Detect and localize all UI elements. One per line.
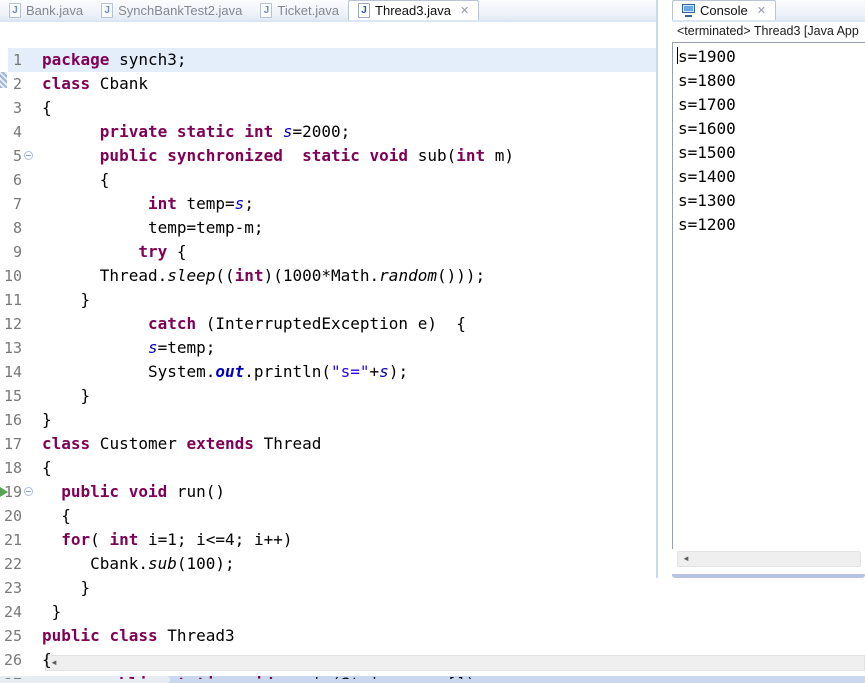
code-line-1[interactable]: package synch3;	[42, 48, 656, 72]
tab-ticket-java[interactable]: J Ticket.java	[251, 0, 348, 20]
line-number: 18	[3, 459, 22, 477]
tab-label: Ticket.java	[277, 2, 340, 18]
code-line-13[interactable]: s=temp;	[42, 336, 656, 360]
code-line-16[interactable]: }	[42, 408, 656, 432]
java-file-icon: J	[9, 2, 21, 18]
fold-collapse-icon[interactable]	[24, 487, 33, 496]
line-number: 16	[3, 411, 22, 429]
tab-synchbanktest2-java[interactable]: J SynchBankTest2.java	[92, 0, 251, 20]
line-number: 24	[3, 603, 22, 621]
code-line-7[interactable]: int temp=s;	[42, 192, 656, 216]
java-file-icon: J	[260, 2, 273, 18]
line-number: 4	[12, 123, 22, 141]
line-number: 3	[12, 99, 22, 117]
console-output[interactable]: s=1900 s=1800 s=1700 s=1600 s=1500 s=1400 s=13…	[672, 42, 865, 549]
code-line-19[interactable]: public void run()	[42, 480, 656, 504]
code-editor: 1 2 3 4 5 6 7 8 9 10 11 12 13 14 15 16 17 18 19 20 21 22 23 24 2…	[0, 24, 656, 679]
code-line-9[interactable]: try {	[42, 240, 656, 264]
code-line-4[interactable]: private static int s=2000;	[42, 120, 656, 144]
console-output-lines: s=1900 s=1800 s=1700 s=1600 s=1500 s=1400 s=13…	[673, 43, 865, 237]
code-line-3[interactable]: {	[42, 96, 656, 120]
code-line-21[interactable]: for( int i=1; i<=4; i++)	[42, 528, 656, 552]
line-number: 19	[3, 483, 22, 501]
code-line-17[interactable]: class Customer extends Thread	[42, 432, 656, 456]
console-horizontal-scrollbar[interactable]: ◄	[677, 551, 861, 567]
java-file-icon: J	[358, 3, 371, 18]
line-number: 10	[3, 267, 22, 285]
code-line-11[interactable]: }	[42, 288, 656, 312]
line-number: 7	[12, 195, 22, 213]
line-number: 9	[12, 243, 22, 261]
code-line-22[interactable]: Cbank.sub(100);	[42, 552, 656, 576]
code-line-20[interactable]: {	[42, 504, 656, 528]
line-number: 6	[12, 171, 22, 189]
editor-tabbar: J Bank.java J SynchBankTest2.java J Tick…	[0, 0, 656, 22]
line-number: 12	[3, 315, 22, 333]
code-line-8[interactable]: temp=temp-m;	[42, 216, 656, 240]
line-number: 2	[12, 75, 22, 93]
console-status: <terminated> Thread3 [Java App	[672, 24, 865, 42]
close-icon[interactable]: ✕	[460, 4, 469, 17]
fold-collapse-icon[interactable]	[24, 151, 33, 160]
code-line-23[interactable]: }	[42, 576, 656, 600]
line-number: 14	[3, 363, 22, 381]
code-line-5[interactable]: public synchronized static void sub(int …	[42, 144, 656, 168]
code-line-15[interactable]: }	[42, 384, 656, 408]
scroll-left-icon[interactable]: ◄	[678, 551, 690, 567]
console-bottom-border	[672, 574, 865, 578]
code-line-26[interactable]: {	[42, 648, 656, 672]
code-lines[interactable]: package synch3; class Cbank{ private stat…	[42, 48, 656, 679]
line-number: 17	[3, 435, 22, 453]
line-number: 5	[12, 147, 22, 165]
line-number: 15	[3, 387, 22, 405]
java-file-icon: J	[101, 2, 114, 18]
code-line-12[interactable]: catch (InterruptedException e) {	[42, 312, 656, 336]
console-line: s=1500	[678, 143, 736, 162]
console-line: s=1400	[678, 167, 736, 186]
console-icon	[682, 4, 695, 17]
gutter[interactable]: 1 2 3 4 5 6 7 8 9 10 11 12 13 14 15 16 17 18 19 20 21 22 23 24 2…	[0, 48, 40, 679]
line-number: 1	[12, 51, 22, 69]
code-line-27[interactable]: public static void main(String args[])	[42, 672, 656, 679]
code-line-10[interactable]: Thread.sleep((int)(1000*Math.random()));	[42, 264, 656, 288]
console-line: s=1600	[678, 119, 736, 138]
editor-console-divider[interactable]	[656, 0, 658, 578]
console-line: s=1300	[678, 191, 736, 210]
console-tabbar: Console ✕	[672, 0, 865, 22]
tab-label: Thread3.java	[375, 3, 451, 18]
line-number: 8	[12, 219, 22, 237]
line-number: 20	[3, 507, 22, 525]
line-number: 13	[3, 339, 22, 357]
line-number: 21	[3, 531, 22, 549]
tab-label: SynchBankTest2.java	[118, 2, 243, 18]
eclipse-window: J Bank.java J SynchBankTest2.java J Tick…	[0, 0, 865, 683]
line-number: 27	[0, 672, 22, 679]
code-line-14[interactable]: System.out.println("s="+s);	[42, 360, 656, 384]
tab-console[interactable]: Console ✕	[672, 0, 776, 20]
line-number: 23	[3, 579, 22, 597]
line-number: 22	[3, 555, 22, 573]
line-number: 11	[3, 291, 22, 309]
tab-bank-java[interactable]: J Bank.java	[0, 0, 92, 20]
console-line: s=1200	[678, 215, 736, 234]
console-line: s=1900	[678, 47, 736, 66]
line-number: 26	[3, 651, 22, 669]
code-line-24[interactable]: }	[42, 600, 656, 624]
close-icon[interactable]: ✕	[757, 4, 766, 17]
console-line: s=1700	[678, 95, 736, 114]
text-caret	[677, 47, 678, 64]
console-line: s=1800	[678, 71, 736, 90]
tab-label: Bank.java	[26, 2, 84, 18]
code-line-18[interactable]: {	[42, 456, 656, 480]
tab-thread3-java[interactable]: J Thread3.java ✕	[348, 0, 480, 20]
code-line-25[interactable]: public class Thread3	[42, 624, 656, 648]
code-line-6[interactable]: {	[42, 168, 656, 192]
code-line-2[interactable]: class Cbank	[42, 72, 656, 96]
line-number: 25	[3, 627, 22, 645]
tab-label: Console	[700, 3, 748, 18]
